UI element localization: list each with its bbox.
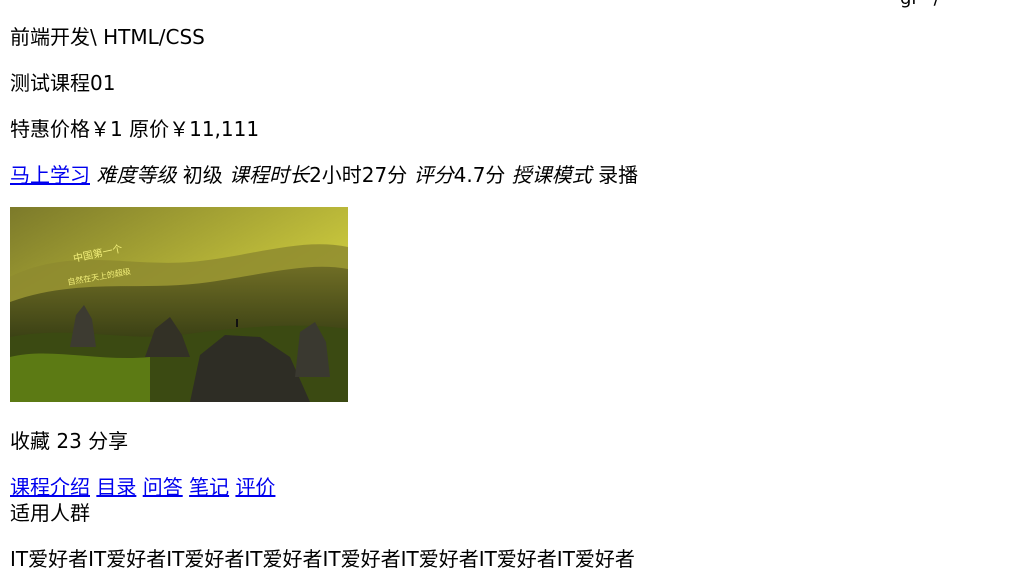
duration-label: 课程时长 xyxy=(229,163,310,187)
breadcrumb: 前端开发\ HTML/CSS xyxy=(10,25,205,49)
tab-reviews[interactable]: 评价 xyxy=(235,475,275,499)
tab-qa[interactable]: 问答 xyxy=(143,475,183,499)
share-label[interactable]: 分享 xyxy=(88,429,128,453)
tab-intro[interactable]: 课程介绍 xyxy=(10,475,90,499)
favorite-count: 23 xyxy=(56,429,82,453)
price-value: ￥1 xyxy=(90,117,123,141)
top-clipped-text: gl / xyxy=(900,0,940,9)
rating-label: 评分 xyxy=(413,163,454,187)
tab-catalog[interactable]: 目录 xyxy=(96,475,136,499)
meta-row: 马上学习 难度等级 初级 课程时长2小时27分 评分4.7分 授课模式 录播 xyxy=(10,163,638,187)
rating-value: 4.7分 xyxy=(453,163,506,187)
difficulty-value: 初级 xyxy=(182,163,223,187)
favorite-label[interactable]: 收藏 xyxy=(10,429,50,453)
price-label: 特惠价格 xyxy=(10,117,90,141)
tab-row: 课程介绍 目录 问答 笔记 评价 xyxy=(10,475,275,499)
mode-label: 授课模式 xyxy=(511,163,592,187)
mode-value: 录播 xyxy=(598,163,639,187)
difficulty-label: 难度等级 xyxy=(96,163,177,187)
course-cover-image: 中国第一个 自然在天上的超级 xyxy=(10,207,348,402)
actions-row: 收藏 23 分享 xyxy=(10,429,128,453)
tab-notes[interactable]: 笔记 xyxy=(189,475,229,499)
start-learning-link[interactable]: 马上学习 xyxy=(10,163,90,187)
duration-value: 2小时27分 xyxy=(309,163,408,187)
audience-text: IT爱好者IT爱好者IT爱好者IT爱好者IT爱好者IT爱好者IT爱好者IT爱好者 xyxy=(10,547,635,571)
audience-heading: 适用人群 xyxy=(10,501,90,525)
original-price-label: 原价 xyxy=(129,117,170,141)
price-row: 特惠价格￥1 原价￥11,111 xyxy=(10,117,259,141)
original-price-value: ￥11,111 xyxy=(169,117,260,141)
course-title: 测试课程01 xyxy=(10,71,116,95)
